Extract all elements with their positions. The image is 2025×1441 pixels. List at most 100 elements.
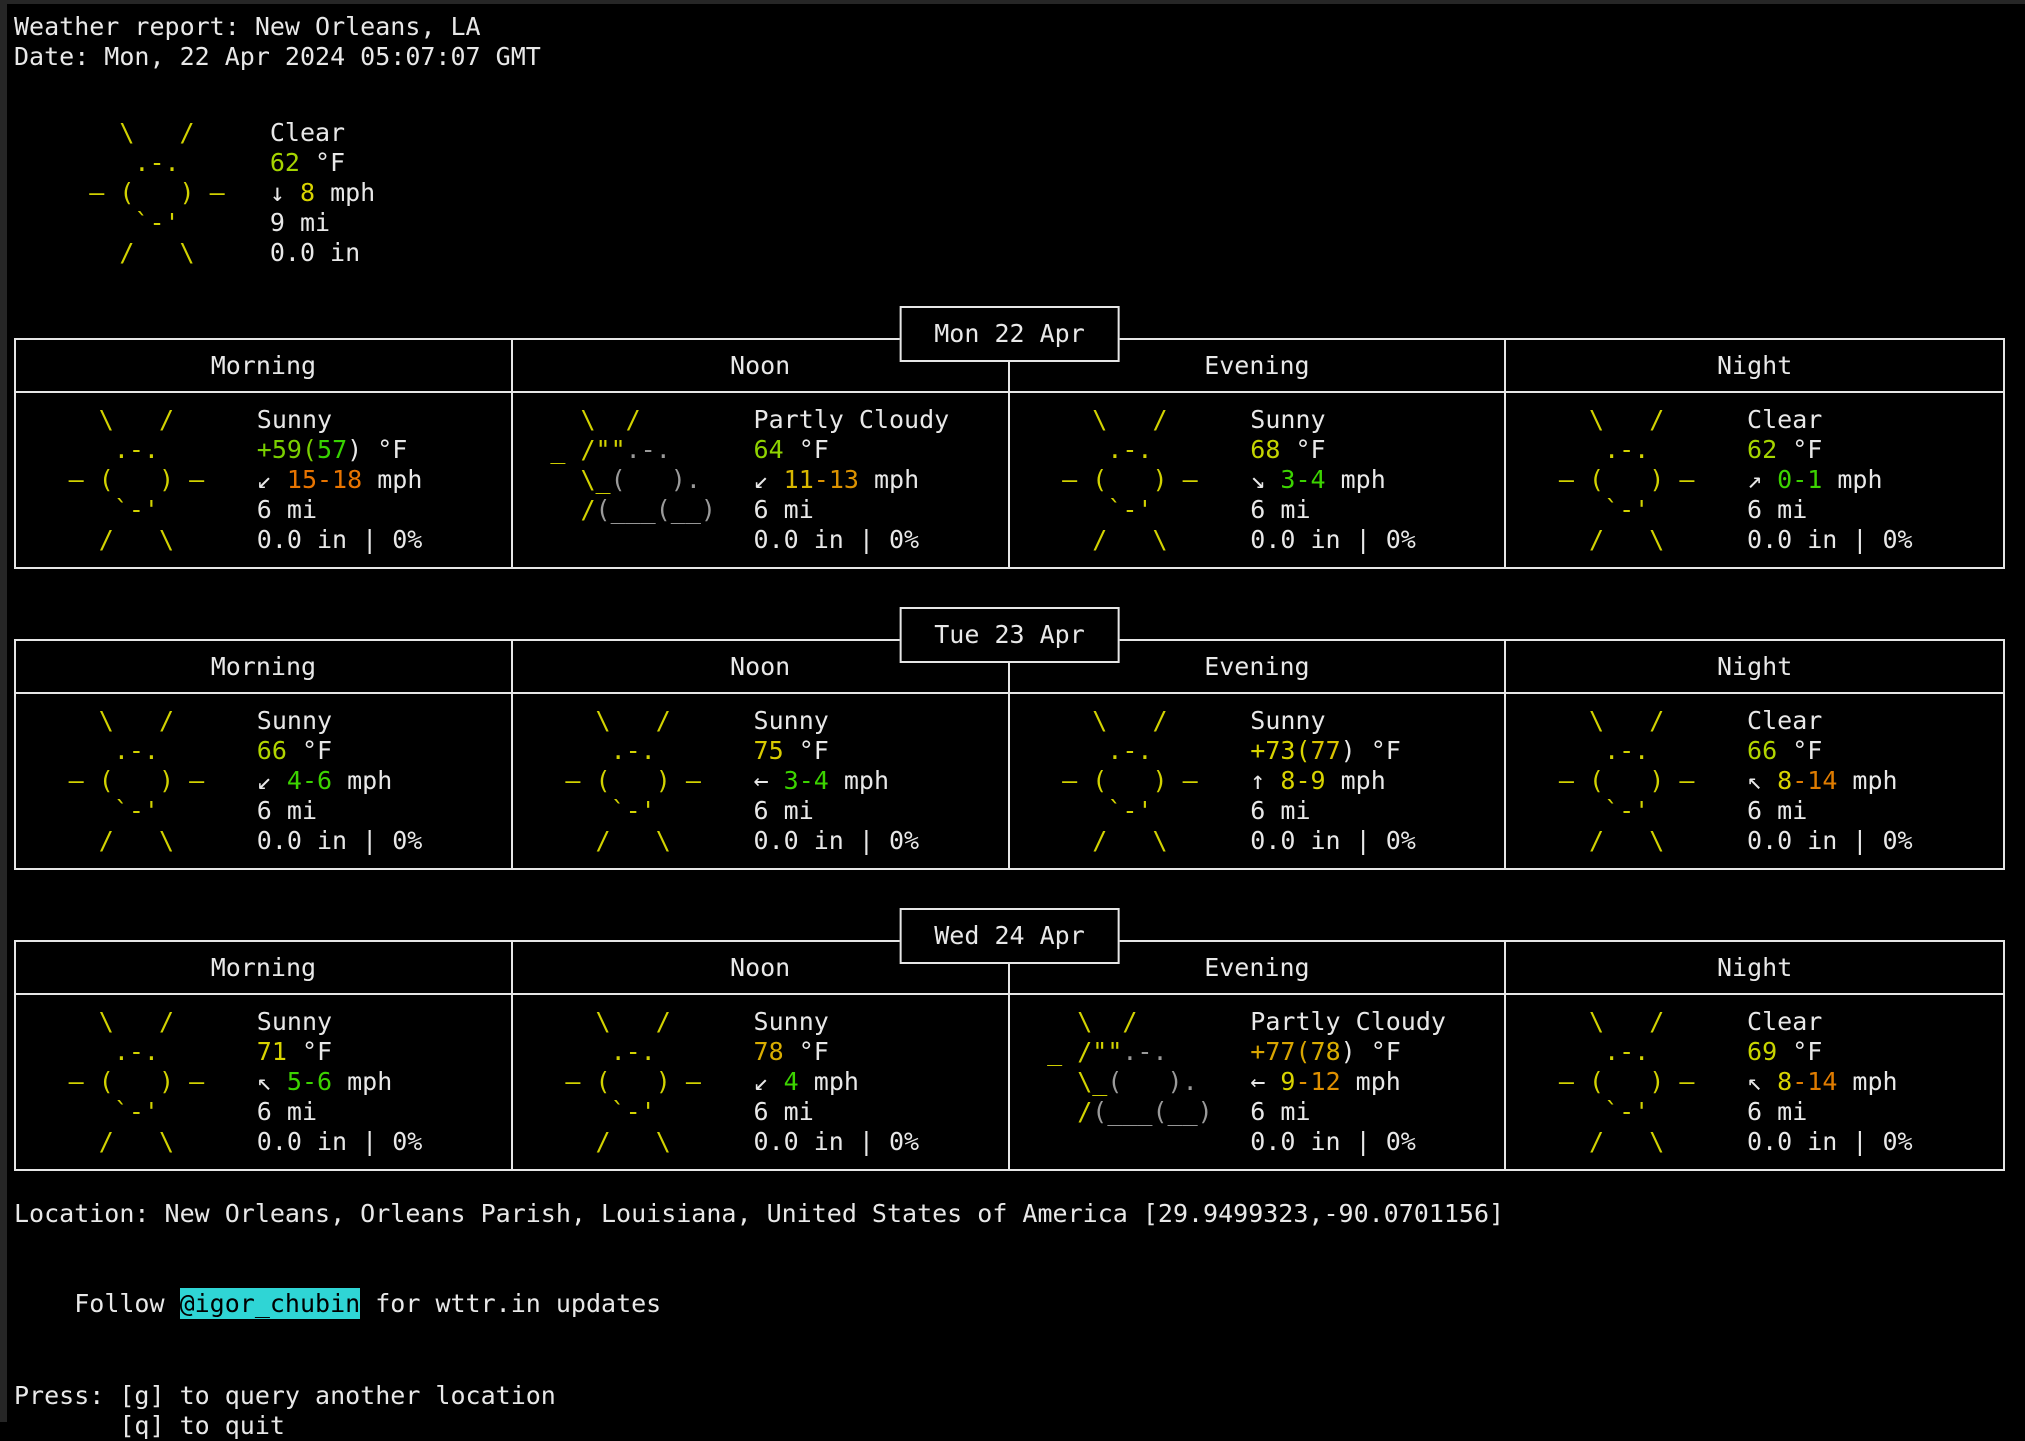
forecast-cell-night: \ / .-. — ( ) — `-' / \Clear69 °F↖ 8-14 … <box>1506 995 2003 1169</box>
precipitation-value: 0.0 in | 0% <box>257 826 423 856</box>
precipitation-value: 0.0 in | 0% <box>754 525 950 555</box>
keyboard-hints: Press: [g] to query another location [q]… <box>14 1381 2005 1441</box>
weather-details: Sunny+73(77) °F↑ 8-9 mph6 mi0.0 in | 0% <box>1250 706 1416 856</box>
condition-label: Clear <box>1747 1007 1913 1037</box>
visibility-value: 6 mi <box>1250 495 1416 525</box>
temperature-value: 66 °F <box>1747 736 1913 766</box>
temperature-value: 68 °F <box>1250 435 1416 465</box>
visibility-value: 6 mi <box>257 495 423 525</box>
condition-label: Partly Cloudy <box>1250 1007 1446 1037</box>
temperature-value: 75 °F <box>754 736 920 766</box>
date-box: Tue 23 Apr <box>899 607 1120 663</box>
sunny-icon: \ / .-. — ( ) — `-' / \ <box>535 1007 753 1157</box>
sunny-icon: \ / .-. — ( ) — `-' / \ <box>39 706 257 856</box>
wind-value: ← 3-4 mph <box>754 766 920 796</box>
date-box: Mon 22 Apr <box>899 306 1120 362</box>
forecast-table: MorningNoonEveningNight \ / .-. — ( ) — … <box>14 940 2005 1171</box>
visibility-value: 6 mi <box>1747 495 1913 525</box>
temperature-value: 62 °F <box>1747 435 1913 465</box>
forecast-cell-morning: \ / .-. — ( ) — `-' / \Sunny66 °F↙ 4-6 m… <box>16 694 513 868</box>
wind-value: ↖ 8-14 mph <box>1747 766 1913 796</box>
period-header-morning: Morning <box>16 942 513 993</box>
visibility-value: 6 mi <box>1747 1097 1913 1127</box>
partly-cloudy-icon: \ / _ /"".-. \_( ). /(___(__) <box>1032 1007 1250 1157</box>
period-header-night: Night <box>1506 641 2003 692</box>
wind-value: ↘ 3-4 mph <box>1250 465 1416 495</box>
sunny-icon: \ / .-. — ( ) — `-' / \ <box>39 405 257 555</box>
visibility-value: 6 mi <box>257 796 423 826</box>
precipitation-value: 0.0 in | 0% <box>1747 1127 1913 1157</box>
condition-label: Clear <box>1747 706 1913 736</box>
visibility-value: 6 mi <box>1747 796 1913 826</box>
temperature-value: 62 °F <box>270 148 375 178</box>
weather-details: Clear69 °F↖ 8-14 mph6 mi0.0 in | 0% <box>1747 1007 1913 1157</box>
sunny-icon: \ / .-. — ( ) — `-' / \ <box>59 118 270 268</box>
condition-label: Sunny <box>257 1007 423 1037</box>
forecast-row: \ / .-. — ( ) — `-' / \Sunny+59(57) °F↙ … <box>16 393 2003 567</box>
date-box: Wed 24 Apr <box>899 908 1120 964</box>
wind-value: ← 9-12 mph <box>1250 1067 1446 1097</box>
precipitation-value: 0.0 in | 0% <box>257 1127 423 1157</box>
temperature-value: 66 °F <box>257 736 423 766</box>
forecast-cell-night: \ / .-. — ( ) — `-' / \Clear66 °F↖ 8-14 … <box>1506 694 2003 868</box>
wind-value: ↙ 4-6 mph <box>257 766 423 796</box>
precipitation-value: 0.0 in | 0% <box>257 525 423 555</box>
follow-suffix: for wttr.in updates <box>360 1289 661 1318</box>
period-header-night: Night <box>1506 942 2003 993</box>
condition-label: Clear <box>1747 405 1913 435</box>
weather-details: Partly Cloudy+77(78) °F← 9-12 mph6 mi0.0… <box>1250 1007 1446 1157</box>
period-header-morning: Morning <box>16 641 513 692</box>
visibility-value: 6 mi <box>257 1097 423 1127</box>
twitter-handle-link[interactable]: @igor_chubin <box>180 1288 361 1319</box>
current-conditions: \ / .-. — ( ) — `-' / \Clear62 °F↓ 8 mph… <box>59 118 2005 268</box>
precipitation-value: 0.0 in | 0% <box>1250 826 1416 856</box>
day-forecast-wed-24-apr: Wed 24 AprMorningNoonEveningNight \ / .-… <box>14 940 2005 1171</box>
visibility-value: 6 mi <box>754 495 950 525</box>
visibility-value: 6 mi <box>754 796 920 826</box>
visibility-value: 6 mi <box>754 1097 920 1127</box>
weather-details: Clear66 °F↖ 8-14 mph6 mi0.0 in | 0% <box>1747 706 1913 856</box>
forecast-cell-morning: \ / .-. — ( ) — `-' / \Sunny71 °F↖ 5-6 m… <box>16 995 513 1169</box>
visibility-value: 6 mi <box>1250 1097 1446 1127</box>
precipitation-value: 0.0 in <box>270 238 375 268</box>
press-quit-hint: [q] to quit <box>14 1411 2005 1441</box>
forecast-table: MorningNoonEveningNight \ / .-. — ( ) — … <box>14 338 2005 569</box>
forecast-cell-evening: \ / _ /"".-. \_( ). /(___(__)Partly Clou… <box>1010 995 1507 1169</box>
day-forecast-tue-23-apr: Tue 23 AprMorningNoonEveningNight \ / .-… <box>14 639 2005 870</box>
sunny-icon: \ / .-. — ( ) — `-' / \ <box>1032 706 1250 856</box>
weather-details: Sunny66 °F↙ 4-6 mph6 mi0.0 in | 0% <box>257 706 423 856</box>
forecast-cell-evening: \ / .-. — ( ) — `-' / \Sunny68 °F↘ 3-4 m… <box>1010 393 1507 567</box>
weather-details: Sunny78 °F↙ 4 mph6 mi0.0 in | 0% <box>754 1007 920 1157</box>
condition-label: Sunny <box>1250 405 1416 435</box>
forecast-row: \ / .-. — ( ) — `-' / \Sunny66 °F↙ 4-6 m… <box>16 694 2003 868</box>
sunny-icon: \ / .-. — ( ) — `-' / \ <box>1032 405 1250 555</box>
weather-details: Sunny75 °F← 3-4 mph6 mi0.0 in | 0% <box>754 706 920 856</box>
wind-value: ↖ 5-6 mph <box>257 1067 423 1097</box>
precipitation-value: 0.0 in | 0% <box>1747 826 1913 856</box>
weather-details: Clear62 °F↓ 8 mph9 mi0.0 in <box>270 118 375 268</box>
weather-details: Sunny68 °F↘ 3-4 mph6 mi0.0 in | 0% <box>1250 405 1416 555</box>
weather-details: Sunny71 °F↖ 5-6 mph6 mi0.0 in | 0% <box>257 1007 423 1157</box>
visibility-value: 6 mi <box>1250 796 1416 826</box>
condition-label: Sunny <box>754 706 920 736</box>
precipitation-value: 0.0 in | 0% <box>1747 525 1913 555</box>
weather-details: Sunny+59(57) °F↙ 15-18 mph6 mi0.0 in | 0… <box>257 405 423 555</box>
follow-prefix: Follow <box>74 1289 179 1318</box>
sunny-icon: \ / .-. — ( ) — `-' / \ <box>39 1007 257 1157</box>
forecast-cell-morning: \ / .-. — ( ) — `-' / \Sunny+59(57) °F↙ … <box>16 393 513 567</box>
forecast-cell-night: \ / .-. — ( ) — `-' / \Clear62 °F↗ 0-1 m… <box>1506 393 2003 567</box>
wind-value: ↑ 8-9 mph <box>1250 766 1416 796</box>
wind-value: ↓ 8 mph <box>270 178 375 208</box>
weather-details: Partly Cloudy64 °F↙ 11-13 mph6 mi0.0 in … <box>754 405 950 555</box>
forecast-days: Mon 22 AprMorningNoonEveningNight \ / .-… <box>14 338 2005 1171</box>
temperature-value: +59(57) °F <box>257 435 423 465</box>
forecast-cell-noon: \ / _ /"".-. \_( ). /(___(__)Partly Clou… <box>513 393 1010 567</box>
period-header-night: Night <box>1506 340 2003 391</box>
condition-label: Sunny <box>1250 706 1416 736</box>
follow-line: Follow @igor_chubin for wttr.in updates <box>14 1259 2005 1349</box>
terminal-content: Weather report: New Orleans, LA Date: Mo… <box>0 0 2025 1441</box>
sunny-icon: \ / .-. — ( ) — `-' / \ <box>1529 405 1747 555</box>
partly-cloudy-icon: \ / _ /"".-. \_( ). /(___(__) <box>535 405 753 555</box>
wind-value: ↙ 15-18 mph <box>257 465 423 495</box>
wind-value: ↙ 4 mph <box>754 1067 920 1097</box>
